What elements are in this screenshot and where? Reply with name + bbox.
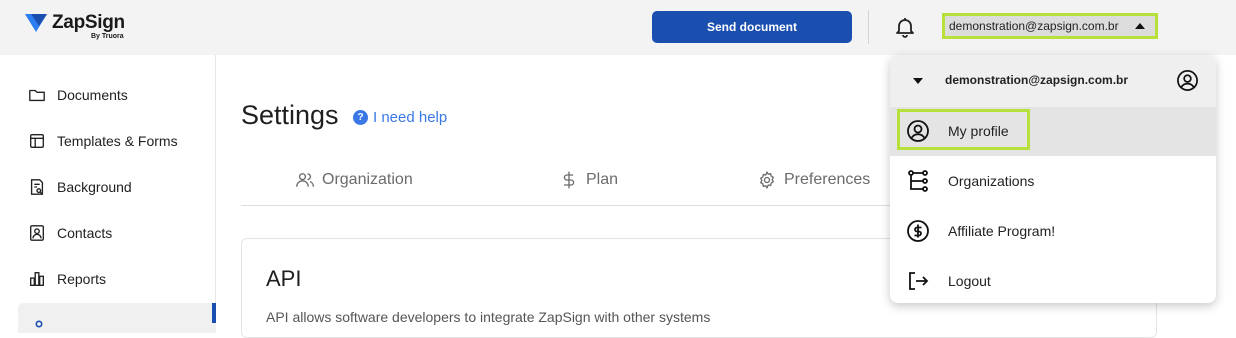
menu-item-label: Organizations [948, 173, 1035, 189]
bar-chart-icon [30, 272, 44, 286]
gear-icon [760, 171, 774, 189]
contact-icon [30, 225, 44, 241]
sidebar-item-documents[interactable]: Documents [28, 84, 128, 106]
user-circle-icon [1177, 70, 1198, 91]
menu-item-logout[interactable]: Logout [890, 256, 1216, 303]
menu-item-label: Logout [948, 273, 991, 289]
sidebar-item-label: Reports [57, 271, 107, 287]
brand-subtitle: By Truora [91, 33, 124, 40]
tab-label: Plan [586, 171, 619, 188]
account-menu-button[interactable]: demonstration@zapsign.com.br [942, 13, 1158, 39]
caret-down-icon [913, 78, 923, 84]
sidebar-active-indicator [212, 303, 216, 323]
zapsign-logo-icon [25, 14, 47, 32]
background-check-icon [30, 179, 44, 195]
focus-highlight [897, 109, 1030, 150]
tab-label: Organization [322, 171, 413, 188]
sidebar-item-background[interactable]: Background [28, 176, 132, 198]
brand-name: ZapSign [52, 12, 125, 33]
sidebar-item-contacts[interactable]: Contacts [28, 222, 112, 244]
folder-icon [29, 89, 45, 102]
send-document-button[interactable]: Send document [652, 11, 852, 43]
sidebar-item-label: Contacts [57, 225, 113, 241]
dropdown-email: demonstration@zapsign.com.br [945, 73, 1129, 87]
bell-icon[interactable] [893, 15, 917, 39]
gear-icon [35, 320, 43, 328]
sidebar-item-templates[interactable]: Templates & Forms [28, 130, 178, 152]
brand-logo[interactable]: ZapSign By Truora [25, 12, 125, 42]
sidebar-item-label: Documents [57, 87, 128, 103]
tab-label: Preferences [784, 171, 871, 188]
sidebar-item-reports[interactable]: Reports [28, 268, 106, 290]
dollar-circle-icon [907, 220, 929, 242]
page-title: Settings [241, 100, 339, 130]
users-icon [296, 173, 314, 187]
template-icon [30, 134, 44, 148]
org-tree-icon [908, 170, 928, 192]
top-header: ZapSign By Truora Send document demonstr… [0, 0, 1236, 55]
settings-tabs: Organization Plan Preferences [241, 160, 891, 206]
help-link-label: I need help [373, 109, 448, 126]
help-link[interactable]: ? I need help [353, 109, 447, 126]
logout-icon [909, 272, 929, 290]
card-description: API allows software developers to integr… [266, 309, 711, 325]
card-title: API [266, 266, 302, 291]
tab-preferences[interactable]: Preferences [757, 170, 870, 190]
tab-plan[interactable]: Plan [559, 170, 618, 190]
question-icon: ? [353, 110, 368, 125]
menu-item-label: Affiliate Program! [948, 223, 1056, 239]
tab-organization[interactable]: Organization [295, 170, 413, 190]
sidebar-item-label: Templates & Forms [57, 133, 178, 149]
dropdown-header[interactable]: demonstration@zapsign.com.br [890, 55, 1216, 107]
account-dropdown: demonstration@zapsign.com.br My profile … [890, 55, 1216, 303]
menu-item-organizations[interactable]: Organizations [890, 156, 1216, 206]
account-email: demonstration@zapsign.com.br [949, 19, 1119, 33]
menu-item-affiliate-program[interactable]: Affiliate Program! [890, 206, 1216, 256]
header-divider [868, 10, 869, 44]
caret-up-icon [1135, 23, 1145, 29]
sidebar-item-settings[interactable] [18, 303, 216, 333]
sidebar-item-label: Background [57, 179, 132, 195]
dollar-icon [563, 171, 575, 189]
